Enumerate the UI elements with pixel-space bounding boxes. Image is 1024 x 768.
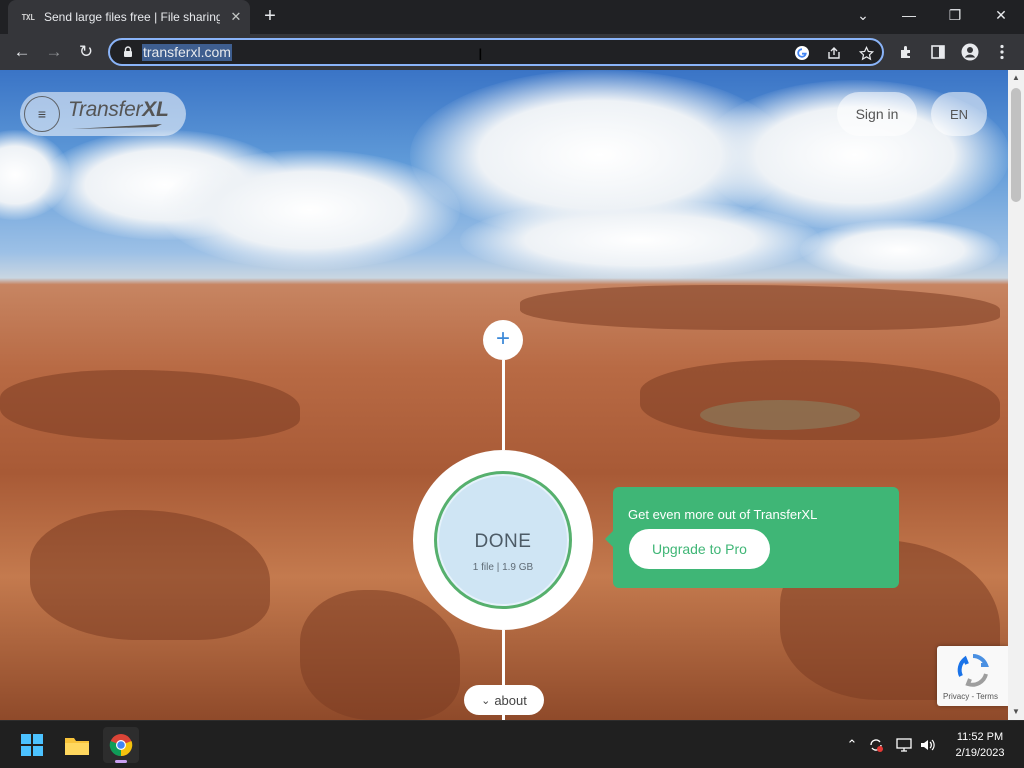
file-info: 1 file | 1.9 GB (472, 562, 534, 573)
google-lens-icon[interactable] (792, 43, 812, 63)
close-window-button[interactable]: ✕ (978, 0, 1024, 30)
canyon-rock (0, 370, 300, 440)
minimize-button[interactable]: — (886, 0, 932, 30)
recaptcha-badge[interactable]: Privacy - Terms (937, 646, 1008, 706)
upgrade-to-pro-button[interactable]: Upgrade to Pro (629, 529, 770, 569)
address-bar[interactable]: transferxl.com (108, 38, 884, 66)
forward-button[interactable]: → (40, 38, 68, 66)
canyon-rock (30, 510, 270, 640)
txl-favicon-icon: TXL (21, 12, 35, 22)
recaptcha-icon (957, 654, 989, 687)
chrome-icon (109, 734, 133, 757)
canyon-rock (640, 360, 1000, 440)
river-shape (700, 400, 860, 430)
cloud-shape (160, 150, 460, 270)
promo-pointer (605, 531, 613, 547)
cloud-shape (800, 220, 1000, 280)
tray-overflow-chevron-icon[interactable]: ⌃ (842, 735, 862, 755)
logo-word-transfer: Transfer (68, 98, 143, 121)
start-button[interactable] (14, 727, 50, 763)
logo-swoosh-icon (72, 124, 162, 129)
logo-bar: ≡ TransferXL (20, 92, 186, 136)
volume-icon[interactable] (918, 735, 938, 755)
browser-tab[interactable]: TXL Send large files free | File sharing… (8, 0, 250, 34)
promo-box: Get even more out of TransferXL Upgrade … (613, 487, 899, 588)
transfer-status: DONE (474, 531, 532, 552)
windows-logo-icon (21, 734, 43, 756)
taskbar-clock[interactable]: 11:52 PM 2/19/2023 (944, 729, 1016, 761)
tab-title: Send large files free | File sharing (44, 10, 220, 24)
add-files-button[interactable]: + (483, 320, 523, 360)
page-scrollbar[interactable]: ▲ ▼ (1008, 70, 1024, 720)
language-button[interactable]: EN (931, 92, 987, 136)
logo-word-xl: XL (142, 98, 169, 121)
sync-icon[interactable] (866, 735, 886, 755)
restore-button[interactable]: ❐ (932, 0, 978, 30)
more-icon[interactable] (988, 38, 1016, 66)
about-label: about (494, 692, 527, 708)
canyon-rock (520, 285, 1000, 330)
new-tab-button[interactable]: + (258, 6, 282, 28)
extensions-icon[interactable] (892, 38, 920, 66)
sign-in-button[interactable]: Sign in (837, 92, 917, 136)
transferxl-logo[interactable]: TransferXL (68, 98, 169, 122)
active-app-indicator (115, 760, 127, 763)
promo-text: Get even more out of TransferXL (628, 507, 818, 522)
scroll-thumb[interactable] (1011, 88, 1021, 202)
tab-close-icon[interactable]: ✕ (228, 9, 244, 25)
share-icon[interactable] (824, 43, 844, 63)
tab-strip: TXL Send large files free | File sharing… (0, 0, 1024, 34)
chrome-taskbar-button[interactable] (103, 727, 139, 763)
tab-search-icon[interactable]: ⌄ (840, 0, 886, 30)
scroll-up-icon[interactable]: ▲ (1008, 70, 1024, 86)
windows-taskbar: ⌃ 11:52 PM 2/19/2023 (0, 720, 1024, 768)
scroll-down-icon[interactable]: ▼ (1008, 704, 1024, 720)
clock-date: 2/19/2023 (955, 747, 1005, 759)
about-button[interactable]: ⌄ about (464, 685, 544, 715)
recaptcha-links[interactable]: Privacy - Terms (943, 692, 998, 701)
back-button[interactable]: ← (8, 38, 36, 66)
cloud-shape (460, 200, 820, 280)
file-explorer-button[interactable] (59, 727, 95, 763)
canyon-rock (300, 590, 460, 720)
network-icon[interactable] (894, 735, 914, 755)
browser-toolbar: ← → ↻ transferxl.com (0, 34, 1024, 70)
connector-line (502, 360, 505, 450)
chevron-down-icon: ⌄ (481, 694, 491, 707)
clock-time: 11:52 PM (956, 731, 1004, 743)
text-cursor-icon: I (478, 45, 483, 64)
hamburger-menu-button[interactable]: ≡ (24, 96, 60, 132)
folder-icon (65, 738, 89, 755)
url-text[interactable]: transferxl.com (142, 44, 232, 61)
profile-icon[interactable] (956, 38, 984, 66)
lock-icon (124, 46, 132, 57)
bookmark-star-icon[interactable] (856, 43, 876, 63)
reload-button[interactable]: ↻ (72, 38, 100, 66)
side-panel-icon[interactable] (924, 38, 952, 66)
page-viewport: ≡ TransferXL Sign in EN + DONE 1 file | … (0, 70, 1008, 720)
